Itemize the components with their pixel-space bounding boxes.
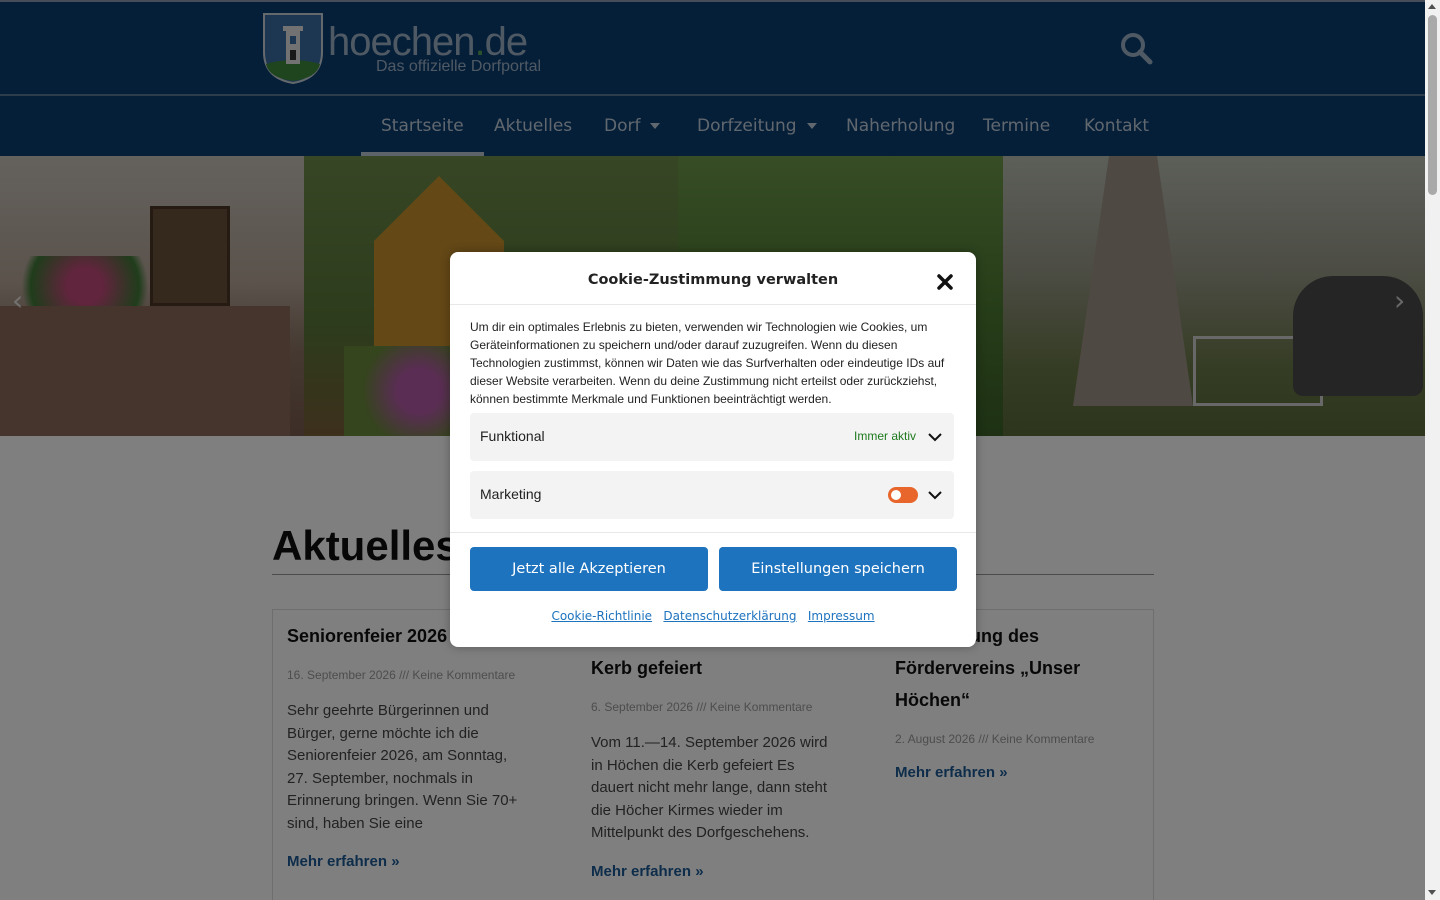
scroll-up-icon[interactable]: [1428, 4, 1436, 9]
close-icon[interactable]: [936, 273, 954, 291]
always-active-label: Immer aktiv: [854, 429, 917, 443]
marketing-toggle[interactable]: [888, 487, 918, 503]
category-label: Funktional: [480, 428, 545, 444]
privacy-policy-link[interactable]: Datenschutzerklärung: [663, 609, 796, 623]
chevron-down-icon[interactable]: [927, 431, 943, 443]
scrollbar-thumb[interactable]: [1428, 15, 1437, 195]
modal-divider: [450, 304, 976, 305]
cookie-policy-link[interactable]: Cookie-Richtlinie: [551, 609, 652, 623]
accept-all-button[interactable]: Jetzt alle Akzeptieren: [470, 547, 708, 591]
imprint-link[interactable]: Impressum: [808, 609, 875, 623]
scroll-down-icon[interactable]: [1428, 890, 1436, 895]
cookie-consent-modal: Cookie-Zustimmung verwalten Um dir ein o…: [450, 252, 976, 647]
modal-title: Cookie-Zustimmung verwalten: [587, 272, 839, 288]
policy-links: Cookie-Richtlinie Datenschutzerklärung I…: [450, 609, 976, 623]
toggle-knob: [891, 490, 901, 500]
category-label: Marketing: [480, 486, 542, 502]
chevron-down-icon[interactable]: [927, 489, 943, 501]
page-scrollbar[interactable]: [1425, 0, 1440, 900]
modal-divider: [450, 532, 976, 533]
save-settings-button[interactable]: Einstellungen speichern: [719, 547, 957, 591]
consent-category-marketing[interactable]: Marketing: [470, 471, 954, 519]
consent-description: Um dir ein optimales Erlebnis zu bieten,…: [470, 320, 945, 406]
consent-category-functional[interactable]: Funktional Immer aktiv: [470, 413, 954, 461]
